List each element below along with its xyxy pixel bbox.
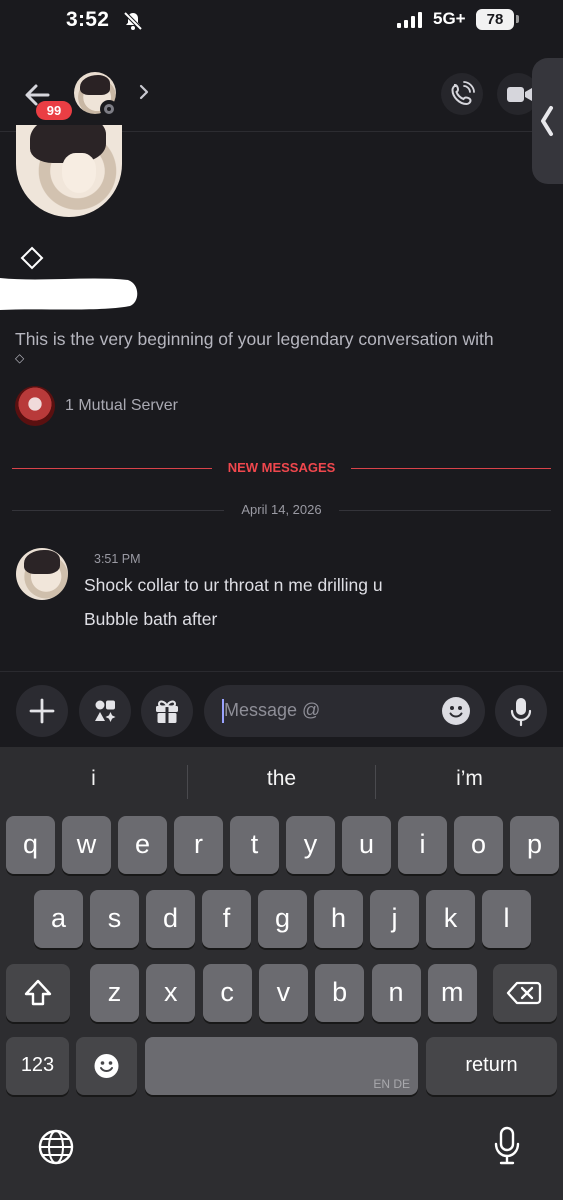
side-panel-handle[interactable] [532, 58, 563, 184]
chevron-left-icon [541, 106, 553, 136]
date-divider: April 14, 2026 [12, 501, 551, 519]
key-s[interactable]: s [90, 890, 139, 948]
key-c[interactable]: c [202, 964, 252, 1022]
key-q[interactable]: q [6, 816, 55, 874]
unread-badge: 99 [36, 101, 72, 120]
delete-icon [506, 981, 542, 1005]
key-l[interactable]: l [482, 890, 531, 948]
suggestion-1[interactable]: i [0, 767, 187, 797]
key-z[interactable]: z [90, 964, 139, 1022]
key-a[interactable]: a [34, 890, 83, 948]
status-time: 3:52 [66, 8, 110, 31]
redaction-mark [0, 278, 138, 310]
key-o[interactable]: o [454, 816, 503, 874]
key-h[interactable]: h [314, 890, 363, 948]
mic-icon [510, 698, 532, 727]
key-g[interactable]: g [258, 890, 307, 948]
suggestion-2[interactable]: the [188, 767, 375, 797]
suggestion-3[interactable]: i’m [376, 767, 563, 797]
chevron-right-icon[interactable] [136, 82, 152, 102]
key-t[interactable]: t [230, 816, 279, 874]
battery-nub [516, 15, 519, 23]
space-language-label: EN DE [373, 1077, 410, 1091]
add-attachment-button[interactable] [16, 685, 68, 737]
network-type: 5G+ [433, 9, 466, 28]
phone-icon [451, 81, 475, 106]
message-text[interactable]: Bubble bath after [84, 609, 217, 630]
emoji-key[interactable] [76, 1037, 137, 1095]
key-m[interactable]: m [427, 964, 477, 1022]
key-d[interactable]: d [146, 890, 195, 948]
message-avatar[interactable] [16, 548, 68, 600]
dm-header: 99 [0, 60, 563, 132]
bell-off-icon [123, 11, 143, 31]
mutual-servers-label: 1 Mutual Server [65, 397, 178, 414]
message-text[interactable]: Shock collar to ur throat n me drilling … [84, 575, 383, 596]
key-f[interactable]: f [202, 890, 251, 948]
message-timestamp: 3:51 PM [94, 552, 141, 566]
voice-call-button[interactable] [441, 73, 483, 115]
return-key[interactable]: return [426, 1037, 557, 1095]
new-messages-label: NEW MESSAGES [227, 460, 336, 475]
delete-key[interactable] [493, 964, 557, 1022]
globe-icon[interactable] [37, 1128, 75, 1166]
date-label: April 14, 2026 [241, 502, 322, 517]
plus-icon [29, 698, 55, 724]
shift-key[interactable] [6, 964, 70, 1022]
gift-button[interactable] [141, 685, 193, 737]
gift-icon [156, 700, 178, 723]
message-placeholder: Message @ [224, 700, 321, 720]
apps-icon [95, 700, 116, 722]
keyboard: i the i’m qwertyuiop asdfghjkl zxcvbnm 1… [0, 747, 563, 1200]
diamond-icon [20, 246, 44, 270]
key-j[interactable]: j [370, 890, 419, 948]
emoji-keyboard-icon [94, 1054, 119, 1078]
apps-button[interactable] [79, 685, 131, 737]
status-bar: 3:52 5G+ 78 [0, 0, 563, 44]
intro-name-glyph: ◇ [15, 351, 25, 365]
voice-message-button[interactable] [495, 685, 547, 737]
key-i[interactable]: i [398, 816, 447, 874]
key-v[interactable]: v [258, 964, 308, 1022]
dictation-icon[interactable] [491, 1125, 523, 1167]
numbers-key[interactable]: 123 [6, 1037, 69, 1095]
key-b[interactable]: b [315, 964, 365, 1022]
conversation-intro: This is the very beginning of your legen… [15, 328, 550, 366]
intro-text: This is the very beginning of your legen… [15, 329, 494, 349]
key-x[interactable]: x [146, 964, 196, 1022]
key-n[interactable]: n [371, 964, 421, 1022]
key-y[interactable]: y [286, 816, 335, 874]
key-u[interactable]: u [342, 816, 391, 874]
composer-divider [0, 671, 563, 672]
battery-icon: 78 [476, 9, 514, 30]
offline-status-icon [100, 100, 118, 118]
signal-icon [397, 12, 422, 28]
key-p[interactable]: p [510, 816, 559, 874]
key-r[interactable]: r [174, 816, 223, 874]
profile-avatar-large[interactable] [16, 125, 122, 217]
space-key[interactable]: EN DE [145, 1037, 418, 1095]
key-k[interactable]: k [426, 890, 475, 948]
emoji-icon[interactable] [442, 697, 470, 725]
key-e[interactable]: e [118, 816, 167, 874]
new-messages-divider: NEW MESSAGES [12, 460, 551, 478]
key-w[interactable]: w [62, 816, 111, 874]
shift-icon [24, 979, 52, 1006]
mutual-servers[interactable]: 1 Mutual Server [15, 385, 178, 427]
server-icon [15, 386, 55, 426]
